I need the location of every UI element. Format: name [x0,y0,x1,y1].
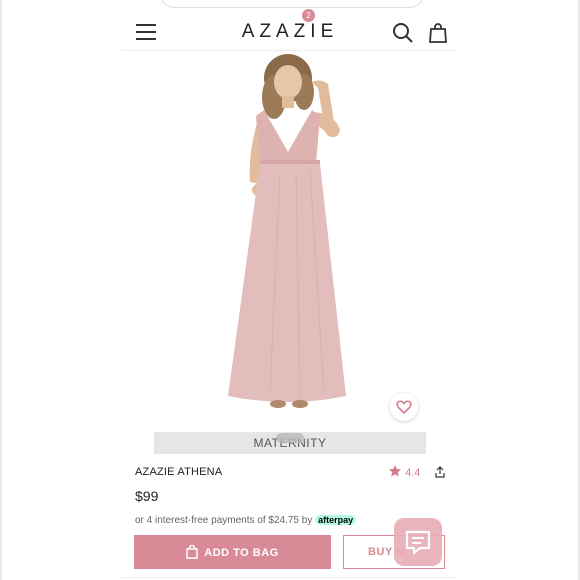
installment-text: or 4 interest-free payments of $24.75 by [135,515,313,525]
cart-count-badge: 2 [302,9,315,22]
bag-icon [186,544,199,559]
add-to-bag-button[interactable]: ADD TO BAG [134,535,331,569]
add-to-bag-label: ADD TO BAG [204,547,279,559]
installment-info: or 4 interest-free payments of $24.75 by… [135,515,375,525]
shopping-bag-icon[interactable] [427,22,449,44]
product-price: $99 [135,488,159,504]
search-icon[interactable] [392,22,414,44]
bottom-divider [122,577,458,578]
afterpay-badge[interactable]: afterpay [315,515,357,525]
share-icon[interactable] [434,466,446,478]
chat-button[interactable] [394,518,442,566]
favorite-heart-button[interactable] [390,393,418,421]
product-image[interactable] [200,52,380,430]
product-rating[interactable]: 4.4 [388,464,420,479]
rating-value: 4.4 [405,467,421,479]
left-frame-edge [0,0,2,580]
star-icon [389,465,401,477]
image-pager-indicator[interactable] [276,433,304,443]
chat-bubble-icon [405,530,431,555]
site-header: AZAZIE [122,14,458,51]
product-name: AZAZIE ATHENA [135,466,223,478]
heart-icon [396,400,412,415]
browser-address-bar[interactable] [160,0,424,8]
